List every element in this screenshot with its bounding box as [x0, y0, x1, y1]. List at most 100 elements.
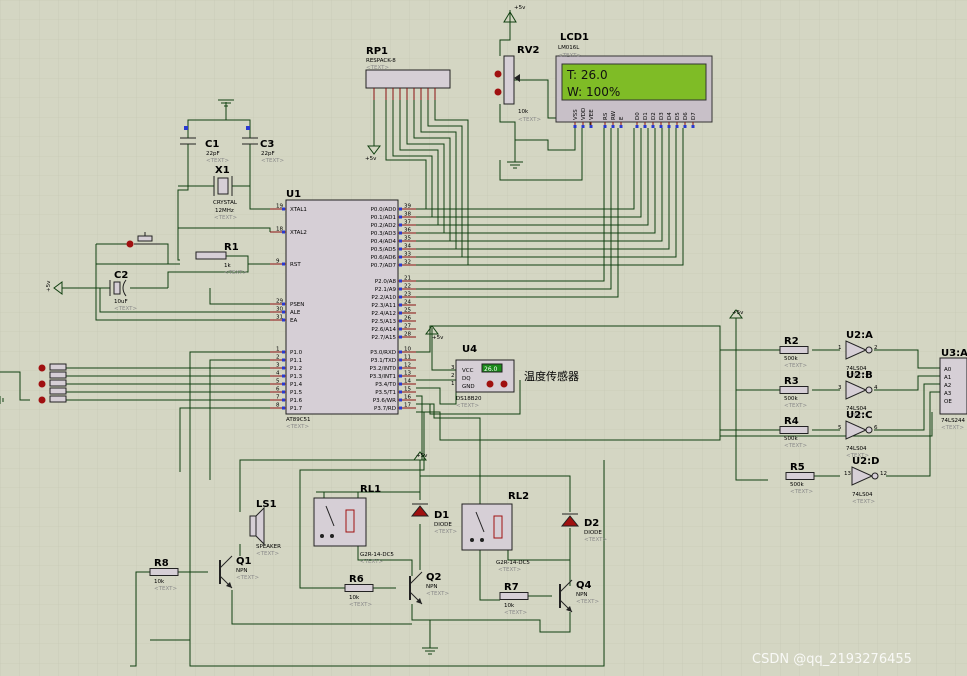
- u1-right-pin-name: P3.7/RD: [374, 406, 396, 412]
- lcd-pin-marker: [667, 125, 671, 128]
- u4-pin-name: VCC: [462, 368, 474, 374]
- rv2-ref: RV2: [517, 45, 539, 56]
- u1-microcontroller[interactable]: U1 AT89C51 <TEXT> 19XTAL118XTAL29RST29PS…: [270, 189, 416, 430]
- u1-right-pin-name: P0.0/AD0: [371, 207, 397, 213]
- u3a-pin-name: A3: [944, 391, 952, 397]
- u1-right-pin-marker: [399, 335, 402, 339]
- u1-right-pin-name: P3.0/RXD: [370, 350, 396, 356]
- u1-right-pin-name: P2.0/A8: [375, 279, 397, 285]
- d1-part: DIODE: [434, 522, 452, 528]
- u1-right-pin-number: 39: [404, 204, 411, 210]
- u1-right-pin-name: P0.3/AD3: [371, 231, 397, 237]
- lcd-ref: LCD1: [560, 32, 589, 43]
- u1-right-pin-marker: [399, 398, 402, 402]
- resistor-body: [779, 346, 809, 354]
- u1-right-pin-marker: [399, 303, 402, 307]
- inverter-part: 74LS04: [846, 446, 867, 452]
- lcd-pin-marker: [635, 125, 639, 128]
- u1-left-pin-marker: [282, 382, 285, 386]
- u1-right-pin-marker: [399, 311, 402, 315]
- u1-right-pin-number: 26: [404, 316, 411, 322]
- lcd-pin-marker: [611, 125, 615, 128]
- u1-right-pin-marker: [399, 223, 402, 227]
- rl1-ref: RL1: [360, 484, 381, 495]
- lcd-pin-marker: [589, 125, 593, 128]
- resistor-ref: R3: [784, 376, 799, 387]
- u1-right-pin-number: 28: [404, 332, 411, 338]
- lcd-pin-label: D6: [683, 112, 689, 120]
- c2-ref: C2: [114, 270, 128, 281]
- u1-right-pin-name: P3.2/INT0: [369, 366, 396, 372]
- u1-right-pin-number: 10: [404, 347, 411, 353]
- resistor-value: 500k: [784, 356, 798, 362]
- d2-ref: D2: [584, 518, 599, 529]
- inverter-bubble: [865, 426, 873, 434]
- lcd-pin-label: D2: [651, 112, 657, 120]
- rl1-text: <TEXT>: [360, 559, 383, 565]
- u1-right-pin-name: P0.5/AD5: [371, 247, 397, 253]
- c1-value: 22pF: [206, 151, 220, 157]
- lcd-pin-label: D3: [659, 112, 665, 120]
- u1-right-pin-marker: [399, 295, 402, 299]
- u1-left-pin-name: P1.4: [290, 382, 303, 388]
- u1-left-pin-number: 18: [276, 227, 283, 233]
- u1-left-pin-number: 31: [276, 315, 283, 321]
- u1-left-pin-marker: [282, 350, 285, 354]
- transistor-text: <TEXT>: [236, 575, 259, 581]
- u1-left-pin-number: 30: [276, 307, 283, 313]
- lcd-pin-label: D1: [643, 112, 649, 120]
- u1-right-pin-name: P3.1/TXD: [371, 358, 396, 364]
- u1-right-pin-number: 24: [404, 300, 411, 306]
- p1-switches[interactable]: [38, 363, 67, 404]
- u1-right-pin-marker: [399, 247, 402, 251]
- transistor-text: <TEXT>: [426, 591, 449, 597]
- rl1-part: G2R-14-DC5: [360, 552, 394, 558]
- transistor-text: <TEXT>: [576, 599, 599, 605]
- u4-ref: U4: [462, 344, 477, 355]
- u1-right-pin-number: 15: [404, 387, 411, 393]
- c3-text: <TEXT>: [261, 158, 284, 164]
- inverter-bubble: [865, 346, 873, 354]
- u4-pin-number: 2: [451, 373, 455, 379]
- u1-right-pin-number: 21: [404, 276, 411, 282]
- u1-left-pin-number: 4: [276, 371, 280, 377]
- u1-right-pin-number: 12: [404, 363, 411, 369]
- u1-right-pin-name: P3.6/WR: [373, 398, 396, 404]
- u1-right-pin-number: 38: [404, 212, 411, 218]
- lcd-line-2: W: 100%: [567, 85, 620, 99]
- grid-background: [0, 0, 967, 676]
- u1-right-pin-marker: [399, 327, 402, 331]
- resistor-body: [499, 592, 529, 600]
- u1-right-pin-number: 27: [404, 324, 411, 330]
- lcd-pin-label: D4: [667, 112, 673, 120]
- u1-right-pin-name: P2.5/A13: [371, 319, 396, 325]
- u1-right-pin-marker: [399, 374, 402, 378]
- inverter-in-pin: 5: [838, 425, 842, 431]
- transistor-part: NPN: [576, 592, 588, 598]
- r1-text: <TEXT>: [224, 270, 247, 276]
- lcd-pin-marker: [573, 125, 577, 128]
- u3a-part: 74LS244: [941, 418, 966, 424]
- d2-part: DIODE: [584, 530, 602, 536]
- inverter-in-pin: 1: [838, 345, 842, 351]
- u1-left-pin-number: 5: [276, 379, 280, 385]
- u1-left-pin-number: 1: [276, 347, 280, 353]
- rv2-value: 10k: [518, 109, 529, 115]
- resistor-text: <TEXT>: [784, 403, 807, 409]
- lcd-pin-label: VEE: [589, 109, 595, 120]
- resistor-value: 500k: [784, 396, 798, 402]
- u3a-pins: A0 A1 A2 A3 OE: [944, 367, 952, 405]
- u3a-buffer[interactable]: U3:A A0 A1 A2 A3 OE 74LS244 <TEXT>: [939, 348, 967, 431]
- u3a-text: <TEXT>: [941, 425, 964, 431]
- watermark: CSDN @qq_2193276455: [752, 652, 912, 667]
- u1-right-pin-number: 14: [404, 379, 411, 385]
- u1-right-pin-marker: [399, 263, 402, 267]
- u4-text: <TEXT>: [456, 403, 479, 409]
- u1-left-pin-number: 7: [276, 395, 280, 401]
- schematic-canvas[interactable]: +5v +5v +5v +5v +5v +5v T: 26.0 W: 100% …: [0, 0, 967, 676]
- resistor-body: [779, 426, 809, 434]
- u3a-pin-name: A2: [944, 383, 951, 389]
- resistor-text: <TEXT>: [784, 363, 807, 369]
- u1-left-pin-name: P1.1: [290, 358, 302, 364]
- u4-pin-number: 3: [451, 365, 455, 371]
